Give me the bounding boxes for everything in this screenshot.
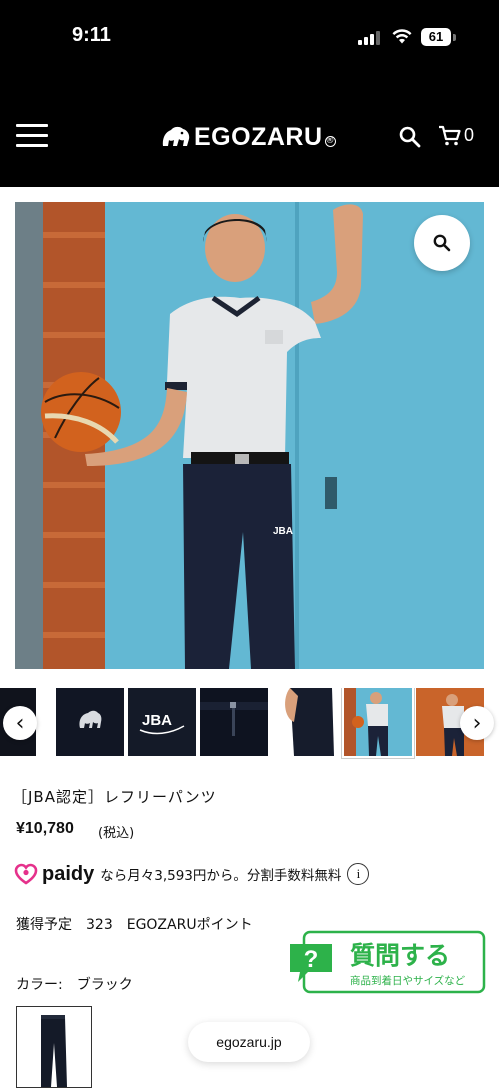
question-mark-icon: ?	[304, 946, 319, 973]
signal-icon	[358, 31, 382, 45]
logo-text: EGOZARU	[194, 122, 323, 151]
thumbnail-prev-button[interactable]: ‹	[3, 706, 37, 740]
site-header: EGOZARU ® 0	[0, 84, 499, 187]
thumbnail-next-button[interactable]: ›	[460, 706, 494, 740]
pants-swatch-image	[41, 1015, 67, 1087]
zoom-button[interactable]	[414, 215, 470, 271]
paidy-installment-row: paidy なら月々3,593円から。分割手数料無料 i	[14, 861, 370, 887]
thumbnail-jba-logo[interactable]: JBA	[128, 688, 196, 756]
product-price: ¥10,780	[16, 820, 74, 837]
info-icon[interactable]: i	[347, 863, 370, 885]
registered-mark: ®	[324, 135, 336, 147]
thumbnail-waistband[interactable]	[200, 688, 268, 756]
status-bar: 9:11 61	[0, 0, 499, 84]
cart-icon[interactable]	[438, 124, 462, 148]
thumbnail-referee-full[interactable]	[341, 688, 415, 759]
thumbnail-side-pocket[interactable]	[272, 688, 340, 756]
thumbnail-strip: JBA	[0, 688, 499, 768]
ask-question-subtitle: 商品到着日やサイズなど	[350, 974, 466, 987]
url-bar[interactable]: egozaru.jp	[188, 1022, 310, 1062]
thumbnail-pants-logo[interactable]	[56, 688, 124, 756]
gorilla-logo-icon	[162, 126, 190, 146]
ask-question-button[interactable]: ? 質問する 商品到着日やサイズなど	[286, 930, 486, 994]
gorilla-logo-icon	[56, 688, 124, 756]
paidy-brand: paidy	[42, 862, 95, 885]
site-logo[interactable]: EGOZARU ®	[160, 122, 336, 152]
product-title: ［JBA認定］レフリーパンツ	[12, 788, 217, 806]
battery-indicator: 61	[421, 28, 451, 46]
product-main-image[interactable]: JBA	[15, 202, 484, 669]
status-time: 9:11	[72, 24, 111, 46]
color-label: カラー: ブラック	[16, 977, 133, 993]
wifi-icon	[392, 29, 412, 44]
color-swatch-black[interactable]	[16, 1006, 92, 1088]
referee-photo: JBA	[15, 202, 484, 669]
thumb-jba-text: JBA	[142, 712, 172, 729]
menu-button[interactable]	[16, 124, 48, 148]
points-info: 獲得予定 323 EGOZARUポイント	[16, 917, 253, 933]
ask-question-title: 質問する	[350, 941, 450, 970]
pants-jba-logo: JBA	[273, 526, 293, 537]
magnifier-icon	[433, 234, 451, 252]
menu-icon	[16, 124, 48, 127]
battery-tip	[453, 34, 456, 41]
paidy-description: なら月々3,593円から。分割手数料無料	[100, 868, 342, 884]
search-icon[interactable]	[398, 125, 422, 149]
tax-note: (税込)	[98, 826, 135, 841]
paidy-logo-icon	[14, 863, 38, 885]
cart-count: 0	[464, 125, 475, 145]
